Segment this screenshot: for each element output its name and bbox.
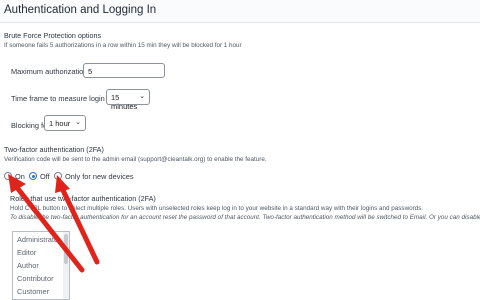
annotation-arrows xyxy=(8,174,100,273)
annotation-arrow xyxy=(55,175,100,265)
annotation-arrow xyxy=(8,174,85,273)
